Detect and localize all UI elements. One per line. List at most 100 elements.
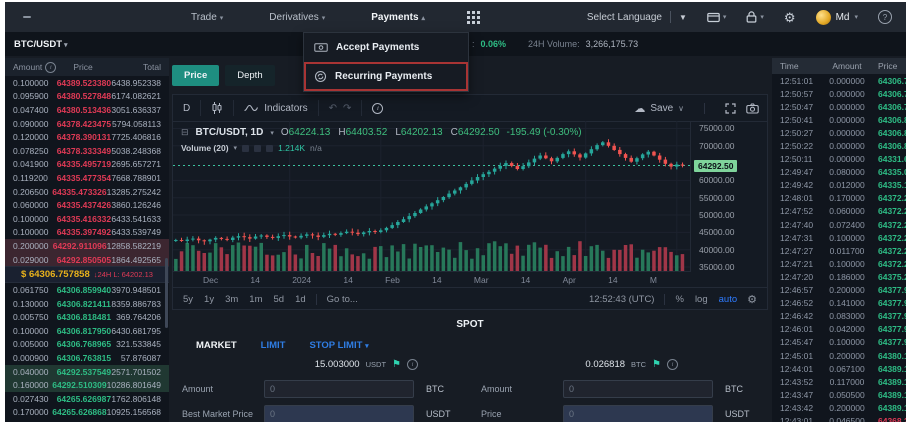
user-menu[interactable]: Md ▾	[816, 10, 858, 25]
ask-row[interactable]: 0.041900 64335.495719 2695.657271	[5, 158, 169, 172]
trade-row[interactable]: 12:51:01 0.000000 64306.757858	[772, 74, 906, 87]
ask-row[interactable]: 0.047400 64380.513436 3051.636337	[5, 103, 169, 117]
trade-row[interactable]: 12:46:57 0.200000 64377.937500	[772, 284, 906, 297]
ask-row[interactable]: 0.078250 64378.333349 5038.248368	[5, 144, 169, 158]
flag-icon[interactable]: ⚑	[652, 360, 661, 370]
trade-row[interactable]: 12:50:11 0.000000 64331.620589	[772, 153, 906, 166]
order-input[interactable]	[264, 380, 414, 398]
range-button[interactable]: 1m	[249, 294, 262, 305]
bid-row[interactable]: 0.121870 64256.096289 7830.890455	[5, 419, 169, 422]
menu-trade[interactable]: Trade▾	[191, 12, 223, 23]
tab-depth[interactable]: Depth	[225, 65, 274, 86]
eye-icon[interactable]	[242, 145, 249, 152]
scale-button[interactable]: auto	[719, 294, 738, 305]
pair-selector[interactable]: BTC/USDT▾	[14, 39, 68, 50]
trade-row[interactable]: 12:43:52 0.117000 64389.175200	[772, 375, 906, 388]
bid-row[interactable]: 0.005000 64306.768965 321.533845	[5, 338, 169, 352]
order-input[interactable]	[563, 380, 713, 398]
interval-button[interactable]: D	[173, 100, 201, 116]
indicators-button[interactable]: Indicators	[234, 100, 318, 116]
candle-style-button[interactable]	[201, 100, 234, 116]
ask-row[interactable]: 0.100000 64335.416332 6433.541633	[5, 212, 169, 226]
settings-icon[interactable]	[254, 145, 261, 152]
menu-item-accept-payments[interactable]: Accept Payments	[304, 33, 468, 62]
apps-grid-icon[interactable]	[467, 11, 480, 24]
close-icon[interactable]	[266, 145, 273, 152]
trade-row[interactable]: 12:47:27 0.011700 64372.249898	[772, 244, 906, 257]
ask-row[interactable]: 0.100000 64335.397492 6433.539749	[5, 226, 169, 240]
info-icon[interactable]: i	[667, 359, 678, 370]
trade-row[interactable]: 12:50:57 0.000000 64306.757858	[772, 87, 906, 100]
clock[interactable]: 12:52:43 (UTC)	[589, 294, 654, 305]
trade-row[interactable]: 12:44:01 0.067100 64389.174500	[772, 362, 906, 375]
security-menu[interactable]: ▾	[746, 11, 764, 23]
trade-row[interactable]: 12:49:47 0.080000 64335.086890	[772, 166, 906, 179]
goto-button[interactable]: Go to...	[327, 294, 358, 305]
chevron-down-icon[interactable]: ▾	[234, 144, 238, 152]
bid-row[interactable]: 0.100000 64306.817950 6430.681795	[5, 324, 169, 338]
language-selector[interactable]: Select Language ▼	[587, 11, 687, 23]
trade-row[interactable]: 12:46:01 0.042000 64377.986400	[772, 323, 906, 336]
range-button[interactable]: 1y	[204, 294, 214, 305]
settings-gear-icon[interactable]: ⚙	[784, 11, 796, 24]
trade-row[interactable]: 12:47:40 0.072400 64372.241917	[772, 218, 906, 231]
menu-item-recurring-payments[interactable]: Recurring Payments	[304, 62, 468, 91]
scrollbar-thumb[interactable]	[165, 258, 168, 328]
bid-row[interactable]: 0.000900 64306.763815 57.876087	[5, 351, 169, 365]
trade-row[interactable]: 12:47:31 0.100000 64372.249891	[772, 231, 906, 244]
tab-limit[interactable]: LIMIT	[261, 340, 286, 351]
range-button[interactable]: 3m	[225, 294, 238, 305]
bid-row[interactable]: 0.040000 64292.537549 2571.701502	[5, 365, 169, 379]
fullscreen-icon[interactable]	[725, 103, 736, 114]
trade-row[interactable]: 12:43:47 0.050500 64389.183330	[772, 388, 906, 401]
chevron-down-icon[interactable]: ▾	[270, 129, 274, 137]
bid-row[interactable]: 0.061750 64306.859940 3970.948501	[5, 283, 169, 297]
ask-row[interactable]: 0.060000 64335.437426 3860.126246	[5, 198, 169, 212]
scale-button[interactable]: %	[675, 294, 683, 305]
chart-plot[interactable]: ⊟ BTC/USDT, 1D ▾ O64224.13H64403.52L6420…	[173, 121, 691, 271]
redo-icon[interactable]: ↷	[343, 103, 351, 114]
trade-row[interactable]: 12:50:47 0.000000 64306.789952	[772, 100, 906, 113]
ask-row[interactable]: 0.200000 64292.911096 12858.582219	[5, 239, 169, 253]
bid-row[interactable]: 0.005750 64306.818481 369.764206	[5, 311, 169, 325]
trade-row[interactable]: 12:50:41 0.000000 64306.818481	[772, 113, 906, 126]
bid-row[interactable]: 0.027430 64265.626987 1762.806148	[5, 392, 169, 406]
trade-row[interactable]: 12:45:01 0.200000 64380.153929	[772, 349, 906, 362]
wallet-menu[interactable]: ▾	[707, 12, 727, 23]
ask-row[interactable]: 0.206500 64335.473326 13285.275242	[5, 185, 169, 199]
trade-row[interactable]: 12:50:22 0.000000 64306.833186	[772, 139, 906, 152]
trade-row[interactable]: 12:46:52 0.141000 64377.961938	[772, 297, 906, 310]
bid-row[interactable]: 0.160000 64292.510309 10286.801649	[5, 378, 169, 392]
ask-row[interactable]: 0.090000 64378.423475 5794.058113	[5, 117, 169, 131]
undo-icon[interactable]: ↶	[329, 103, 337, 114]
chart-info-button[interactable]: i	[362, 100, 393, 116]
ask-row[interactable]: 0.029000 64292.850505 1864.492565	[5, 253, 169, 267]
scale-button[interactable]: log	[695, 294, 708, 305]
ask-row[interactable]: 0.120000 64378.390131 7725.406816	[5, 130, 169, 144]
menu-payments[interactable]: Payments▴	[371, 12, 425, 23]
date-axis[interactable]: Dec14202414Feb14Mar14Apr14M	[173, 271, 691, 288]
trade-row[interactable]: 12:47:21 0.100000 64372.250069	[772, 257, 906, 270]
tab-stop-limit[interactable]: STOP LIMIT ▾	[309, 340, 368, 351]
ask-row[interactable]: 0.095900 64380.527848 6174.082621	[5, 90, 169, 104]
trade-row[interactable]: 12:43:42 0.200000 64389.199979	[772, 401, 906, 414]
trade-row[interactable]: 12:43:01 0.046500 64368.228204	[772, 414, 906, 422]
collapse-icon[interactable]: ⊟	[181, 127, 189, 138]
help-icon[interactable]: ?	[878, 10, 892, 24]
order-input[interactable]	[563, 405, 713, 422]
menu-derivatives[interactable]: Derivatives▾	[269, 12, 325, 23]
screenshot-camera-icon[interactable]	[746, 103, 759, 114]
save-layout-button[interactable]: ☁ Save ∨	[634, 102, 684, 115]
tab-price[interactable]: Price	[172, 65, 219, 86]
trade-row[interactable]: 12:50:27 0.000000 64306.818481	[772, 126, 906, 139]
trade-row[interactable]: 12:49:42 0.012000 64335.100218	[772, 179, 906, 192]
info-icon[interactable]: i	[407, 359, 418, 370]
tab-market[interactable]: MARKET	[196, 340, 237, 351]
axis-settings-gear-icon[interactable]: ⚙	[747, 293, 757, 306]
trade-row[interactable]: 12:45:47 0.100000 64377.994602	[772, 336, 906, 349]
ask-row[interactable]: 0.119200 64335.477354 7668.788901	[5, 171, 169, 185]
range-button[interactable]: 5d	[274, 294, 285, 305]
ask-row[interactable]: 0.100000 64389.523380 6438.952338	[5, 76, 169, 90]
trade-row[interactable]: 12:48:01 0.170000 64372.211787	[772, 192, 906, 205]
trade-row[interactable]: 12:47:20 0.186000 64375.268800	[772, 270, 906, 283]
